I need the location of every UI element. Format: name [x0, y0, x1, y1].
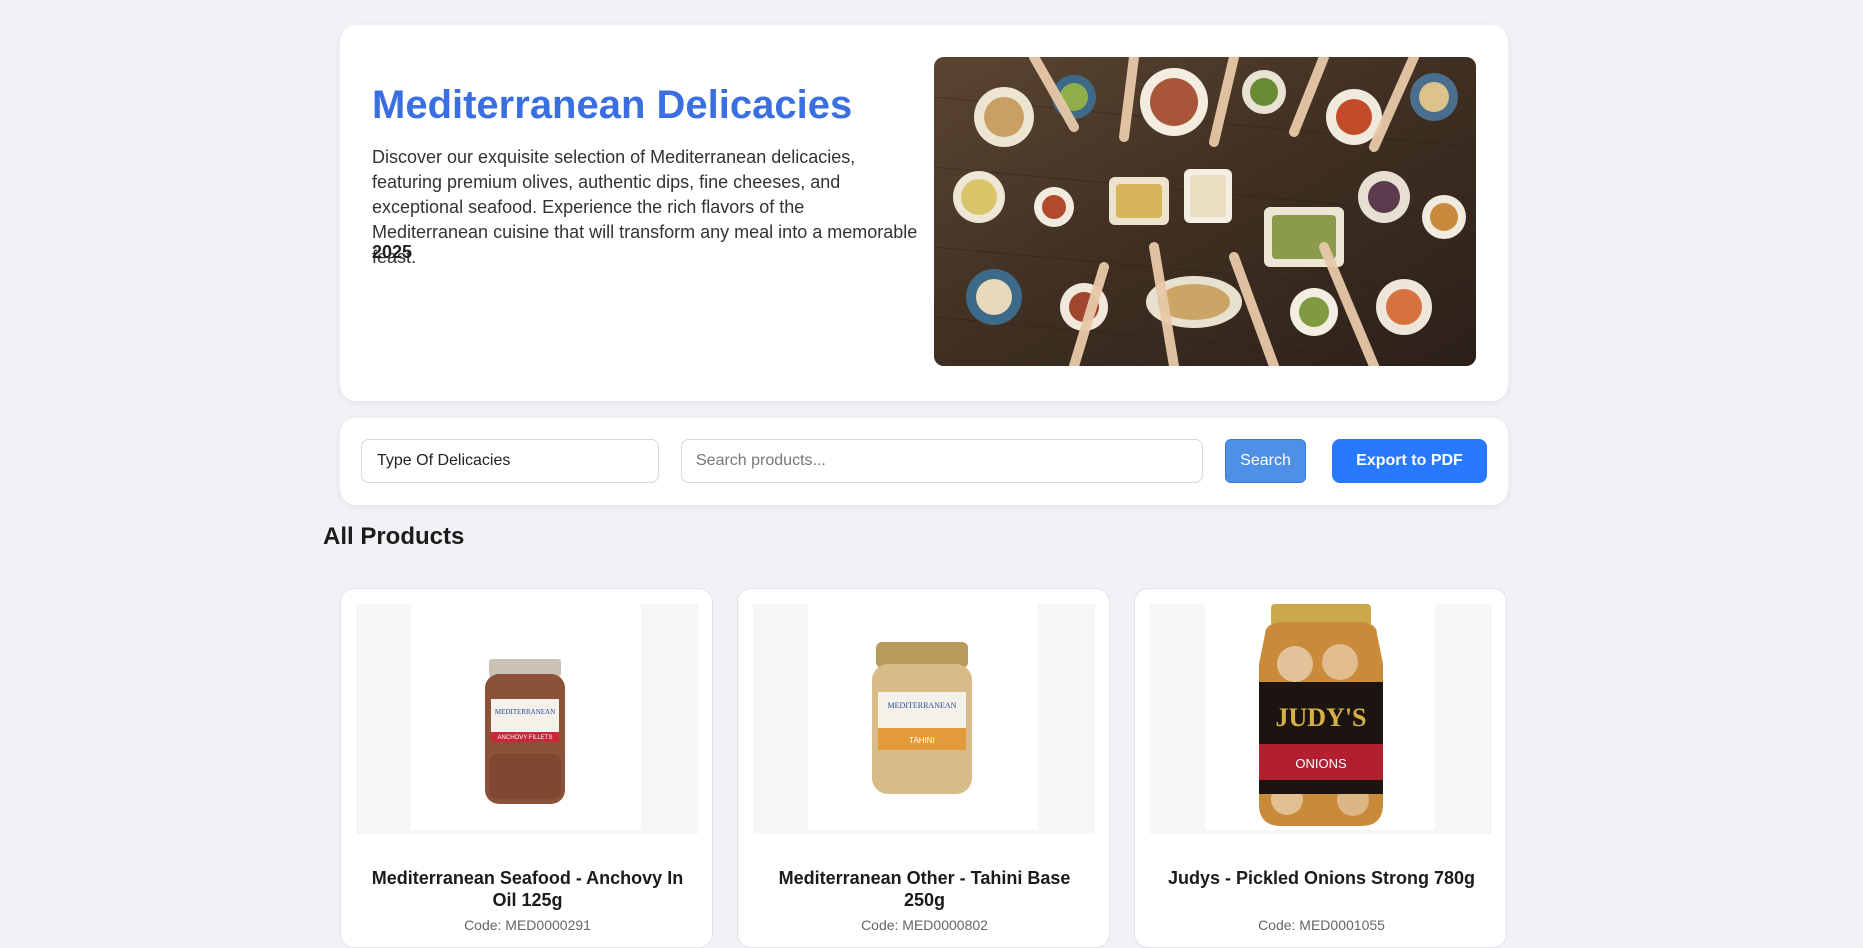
- product-code: Code: MED0000291: [464, 917, 591, 933]
- hero-feast-image: [934, 57, 1476, 366]
- product-name: Judys - Pickled Onions Strong 780g: [1167, 868, 1476, 888]
- product-name: Mediterranean Seafood - Anchovy In Oil 1…: [371, 868, 684, 910]
- jar-brand: JUDY'S: [1275, 703, 1366, 732]
- jar-label: ONIONS: [1295, 756, 1347, 771]
- delicacy-type-select[interactable]: Type Of Delicacies: [361, 439, 659, 483]
- hero-description: Discover our exquisite selection of Medi…: [372, 147, 918, 267]
- export-pdf-button[interactable]: Export to PDF: [1332, 439, 1487, 483]
- product-card[interactable]: JUDY'S ONIONS Judys - Pickled Onions Str…: [1134, 588, 1507, 948]
- hero-banner: Mediterranean Delicacies Discover our ex…: [340, 25, 1508, 401]
- section-title: All Products: [323, 523, 465, 550]
- feast-table-illustration: [934, 57, 1476, 366]
- product-card[interactable]: MEDITERRANEAN TAHINI Mediterranean Other…: [737, 588, 1110, 948]
- tahini-jar-image: MEDITERRANEAN TAHINI: [872, 642, 972, 794]
- page-title: Mediterranean Delicacies: [372, 83, 853, 127]
- jar-brand: MEDITERRANEAN: [495, 708, 555, 716]
- search-input[interactable]: [681, 439, 1203, 483]
- filter-bar: Type Of Delicacies Search Export to PDF: [340, 418, 1508, 505]
- product-code: Code: MED0001055: [1258, 917, 1385, 933]
- product-image: JUDY'S ONIONS: [1150, 604, 1492, 834]
- pickled-onions-jar-image: JUDY'S ONIONS: [1259, 604, 1383, 826]
- product-name: Mediterranean Other - Tahini Base 250g: [778, 868, 1071, 910]
- jar-brand: MEDITERRANEAN: [888, 701, 957, 710]
- search-button[interactable]: Search: [1225, 439, 1306, 483]
- product-image: MEDITERRANEAN TAHINI: [753, 604, 1095, 834]
- jar-label: TAHINI: [909, 736, 935, 745]
- anchovy-jar-image: MEDITERRANEAN ANCHOVY FILLETS: [485, 659, 565, 804]
- product-image: MEDITERRANEAN ANCHOVY FILLETS: [356, 604, 698, 834]
- product-card[interactable]: MEDITERRANEAN ANCHOVY FILLETS Mediterran…: [340, 588, 713, 948]
- jar-label: ANCHOVY FILLETS: [498, 735, 553, 741]
- hero-year: 2025: [372, 242, 413, 262]
- product-code: Code: MED0000802: [861, 917, 988, 933]
